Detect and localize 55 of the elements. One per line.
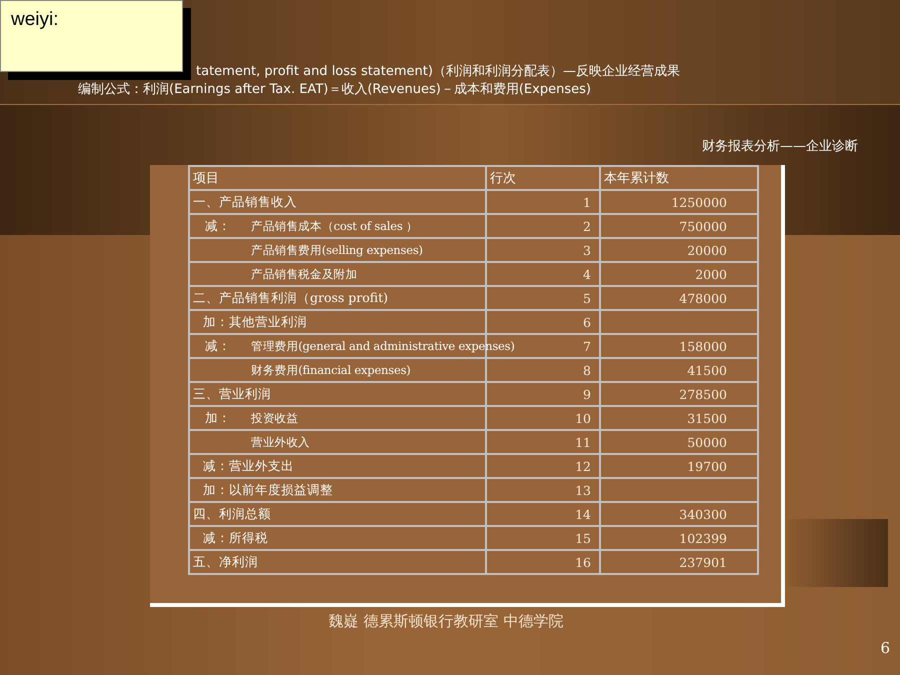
row-prefix: 加： (205, 410, 232, 426)
row-prefix: 减： (205, 218, 232, 234)
row-prefix: 减： (205, 338, 232, 354)
page-number: 6 (880, 639, 890, 657)
item-label: 营业外收入 (251, 434, 310, 450)
line-number: 15 (486, 526, 600, 550)
slide-subtitle: 财务报表分析——企业诊断 (702, 139, 858, 154)
line-number: 1 (486, 190, 600, 214)
amount-cell: 158000 (600, 334, 758, 358)
line-number: 8 (486, 358, 600, 382)
amount-cell: 102399 (600, 526, 758, 550)
amount-cell: 750000 (600, 214, 758, 238)
item-label: 三、营业利润 (193, 386, 271, 402)
item-label: 产品销售成本（cost of sales ） (251, 218, 418, 234)
line-number: 4 (486, 262, 600, 286)
amount-cell: 20000 (600, 238, 758, 262)
item-label: 加：其他营业利润 (203, 314, 307, 330)
item-label: 减：营业外支出 (203, 458, 294, 474)
item-label: 减：所得税 (203, 530, 268, 546)
amount-cell: 31500 (600, 406, 758, 430)
item-label: 加：以前年度损益调整 (203, 482, 333, 498)
amount-cell: 237901 (600, 550, 758, 574)
amount-cell: 340300 (600, 502, 758, 526)
item-label: 产品销售税金及附加 (251, 266, 358, 282)
line-number: 10 (486, 406, 600, 430)
line-number: 2 (486, 214, 600, 238)
amount-cell: 41500 (600, 358, 758, 382)
line-number: 14 (486, 502, 600, 526)
amount-cell: 478000 (600, 286, 758, 310)
line-number: 13 (486, 478, 600, 502)
line-number: 5 (486, 286, 600, 310)
line-number: 3 (486, 238, 600, 262)
footer-text: 魏嶷 德累斯顿银行教研室 中德学院 (328, 612, 564, 631)
line-number: 12 (486, 454, 600, 478)
amount-cell: 1250000 (600, 190, 758, 214)
amount-cell: 50000 (600, 430, 758, 454)
column-header: 项目 (189, 166, 486, 190)
item-label: 产品销售费用(selling expenses) (251, 242, 423, 258)
amount-cell: 2000 (600, 262, 758, 286)
line-number: 6 (486, 310, 600, 334)
line-number: 16 (486, 550, 600, 574)
amount-cell: 19700 (600, 454, 758, 478)
line-number: 11 (486, 430, 600, 454)
item-label: 财务费用(financial expenses) (251, 362, 411, 378)
line-number: 9 (486, 382, 600, 406)
formula-text: 编制公式：利润(Earnings after Tax. EAT)＝收入(Revenues)－成本和费用(Expenses) (77, 81, 592, 99)
item-label: 一、产品销售收入 (193, 194, 297, 210)
item-label: 二、产品销售利润（gross profit) (193, 290, 388, 306)
intro-text: tatement, profit and loss statement)（利润和利润分配表）—反映企业经营成果 (195, 64, 681, 80)
amount-cell: 278500 (600, 382, 758, 406)
column-header: 本年累计数 (600, 166, 758, 190)
item-label: 四、利润总额 (193, 506, 271, 522)
item-label: 五、净利润 (193, 554, 258, 570)
item-label: 投资收益 (251, 410, 298, 426)
column-header: 行次 (486, 166, 600, 190)
